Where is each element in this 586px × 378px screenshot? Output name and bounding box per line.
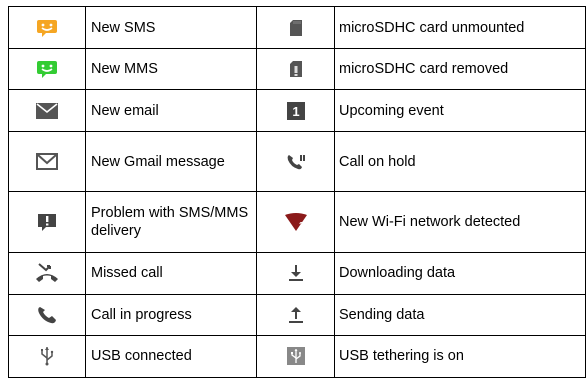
upload-icon [288, 306, 304, 324]
list-item-label: Sending data [334, 293, 586, 336]
missed-call-icon [35, 263, 59, 283]
table-row: New email 1 Upcoming event [8, 89, 586, 133]
wifi-network-detected-icon: ? [284, 213, 307, 232]
list-item-label: New Wi-Fi network detected [334, 191, 586, 253]
list-item-label: Downloading data [334, 251, 586, 295]
list-item-label: Call on hold [334, 131, 586, 193]
list-item-label: Upcoming event [334, 89, 586, 133]
call-on-hold-icon [286, 153, 306, 171]
list-item-label: Problem with SMS/MMS delivery [85, 191, 257, 253]
gmail-icon [36, 153, 58, 171]
upcoming-event-icon: 1 [286, 101, 305, 120]
table-row: New SMS microSDHC card unmounted [8, 5, 586, 50]
list-item-label: USB tethering is on [334, 334, 586, 378]
sms-mms-problem-icon [37, 213, 57, 232]
list-item-label: microSDHC card unmounted [334, 5, 586, 50]
svg-text:1: 1 [292, 104, 299, 119]
call-in-progress-icon [37, 306, 57, 324]
list-item-label: New Gmail message [85, 131, 257, 193]
table-row: USB connected USB tethering is on [8, 334, 586, 378]
list-item-label: New email [85, 89, 257, 133]
sms-icon [36, 19, 58, 37]
email-icon [36, 102, 58, 119]
sd-card-unmounted-icon [289, 19, 303, 37]
download-icon [288, 264, 304, 282]
svg-text:?: ? [299, 221, 304, 230]
table-row: Call in progress Sending data [8, 293, 586, 336]
list-item-label: New SMS [85, 5, 257, 50]
list-item-label: microSDHC card removed [334, 48, 586, 91]
usb-tethering-icon [286, 347, 305, 366]
list-item-label: USB connected [85, 334, 257, 378]
usb-icon [40, 346, 54, 366]
table-row: New MMS microSDHC card removed [8, 48, 586, 91]
mms-icon [36, 60, 58, 79]
notification-icons-table: New SMS microSDHC card unmounted New MMS [8, 5, 586, 378]
table-row: Problem with SMS/MMS delivery ? New Wi-F… [8, 191, 586, 253]
list-item-label: Missed call [85, 251, 257, 295]
sd-card-removed-icon [289, 60, 303, 78]
list-item-label: Call in progress [85, 293, 257, 336]
table-row: Missed call Downloading data [8, 251, 586, 295]
table-row: New Gmail message Call on hold [8, 131, 586, 193]
list-item-label: New MMS [85, 48, 257, 91]
